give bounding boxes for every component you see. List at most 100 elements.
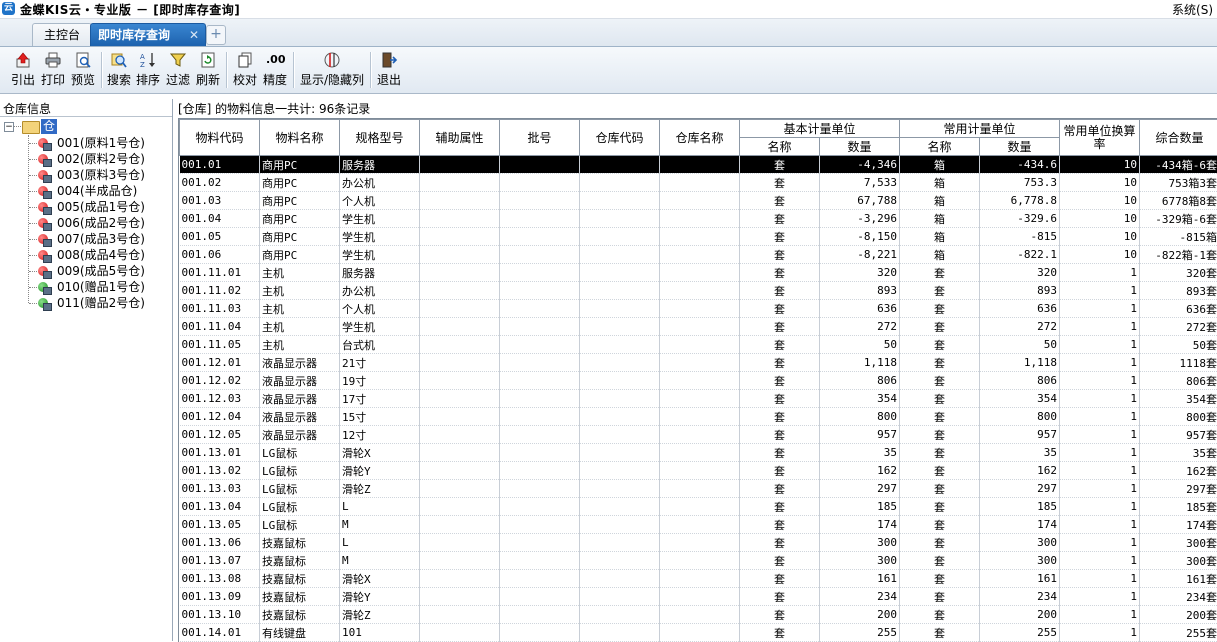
table-cell[interactable]: 001.13.01 (180, 444, 260, 462)
table-cell[interactable]: 001.13.09 (180, 588, 260, 606)
table-cell[interactable] (580, 372, 660, 390)
table-cell[interactable]: 1 (1060, 624, 1140, 642)
table-row[interactable]: 001.13.10技嘉鼠标滑轮Z套200套2001200套 (180, 606, 1217, 624)
table-row[interactable]: 001.11.05主机台式机套50套50150套 (180, 336, 1217, 354)
table-cell[interactable]: 套 (740, 246, 820, 264)
table-cell[interactable] (420, 246, 500, 264)
table-row[interactable]: 001.06商用PC学生机套-8,221箱-822.110-822箱-1套 (180, 246, 1217, 264)
table-cell[interactable] (420, 480, 500, 498)
table-cell[interactable]: 技嘉鼠标 (260, 588, 340, 606)
table-cell[interactable] (660, 588, 740, 606)
table-cell[interactable]: 个人机 (340, 300, 420, 318)
table-cell[interactable]: 6778箱8套 (1140, 192, 1217, 210)
table-cell[interactable]: 162 (980, 462, 1060, 480)
table-cell[interactable] (580, 588, 660, 606)
table-cell[interactable] (580, 192, 660, 210)
table-cell[interactable]: 001.13.06 (180, 534, 260, 552)
table-cell[interactable] (420, 408, 500, 426)
table-cell[interactable]: 354 (980, 390, 1060, 408)
table-cell[interactable]: 套 (900, 462, 980, 480)
table-cell[interactable]: 滑轮X (340, 570, 420, 588)
table-cell[interactable]: 商用PC (260, 246, 340, 264)
table-cell[interactable]: 272套 (1140, 318, 1217, 336)
table-cell[interactable]: 19寸 (340, 372, 420, 390)
table-cell[interactable]: 12寸 (340, 426, 420, 444)
table-cell[interactable] (500, 408, 580, 426)
table-cell[interactable]: 套 (740, 534, 820, 552)
table-cell[interactable]: 10 (1060, 174, 1140, 192)
table-cell[interactable]: 174 (820, 516, 900, 534)
table-cell[interactable] (420, 444, 500, 462)
table-cell[interactable] (500, 624, 580, 642)
table-cell[interactable]: 001.11.05 (180, 336, 260, 354)
table-cell[interactable] (500, 192, 580, 210)
table-cell[interactable]: 套 (740, 354, 820, 372)
table-cell[interactable]: L (340, 534, 420, 552)
table-cell[interactable]: 套 (740, 336, 820, 354)
table-cell[interactable]: 806 (980, 372, 1060, 390)
table-cell[interactable]: 50 (980, 336, 1060, 354)
col-header-rate[interactable]: 常用单位换算率 (1060, 120, 1140, 156)
table-cell[interactable] (420, 228, 500, 246)
table-cell[interactable]: 800套 (1140, 408, 1217, 426)
system-menu[interactable]: 系统(S) (1172, 1, 1213, 18)
table-cell[interactable]: 服务器 (340, 264, 420, 282)
table-cell[interactable]: 174套 (1140, 516, 1217, 534)
table-cell[interactable]: 1 (1060, 354, 1140, 372)
table-row[interactable]: 001.12.02液晶显示器19寸套806套8061806套 (180, 372, 1217, 390)
table-cell[interactable]: 800 (980, 408, 1060, 426)
table-cell[interactable]: 753箱3套 (1140, 174, 1217, 192)
table-row[interactable]: 001.11.02主机办公机套893套8931893套 (180, 282, 1217, 300)
toggle-columns-button[interactable]: 显示/隐藏列 (297, 50, 367, 90)
table-cell[interactable]: 1118套 (1140, 354, 1217, 372)
table-cell[interactable]: 297 (820, 480, 900, 498)
table-cell[interactable]: 50 (820, 336, 900, 354)
tab-inventory-query[interactable]: 即时库存查询 ✕ (90, 23, 206, 46)
table-cell[interactable]: 255套 (1140, 624, 1217, 642)
table-cell[interactable]: 学生机 (340, 228, 420, 246)
table-cell[interactable] (580, 174, 660, 192)
table-cell[interactable] (420, 588, 500, 606)
table-cell[interactable]: 主机 (260, 282, 340, 300)
table-cell[interactable] (660, 498, 740, 516)
table-cell[interactable]: LG鼠标 (260, 480, 340, 498)
table-cell[interactable]: 套 (900, 282, 980, 300)
table-cell[interactable]: 1 (1060, 336, 1140, 354)
table-cell[interactable]: 297 (980, 480, 1060, 498)
table-cell[interactable]: 1 (1060, 516, 1140, 534)
table-cell[interactable]: 001.13.05 (180, 516, 260, 534)
table-cell[interactable]: 200套 (1140, 606, 1217, 624)
table-cell[interactable]: -815 (980, 228, 1060, 246)
collapse-icon[interactable]: − (4, 122, 14, 132)
sort-button[interactable]: AZ 排序 (134, 50, 162, 90)
table-cell[interactable]: 1 (1060, 300, 1140, 318)
table-cell[interactable]: LG鼠标 (260, 444, 340, 462)
table-cell[interactable] (420, 210, 500, 228)
table-cell[interactable]: 001.13.07 (180, 552, 260, 570)
table-cell[interactable] (580, 318, 660, 336)
table-cell[interactable] (500, 246, 580, 264)
table-cell[interactable]: 商用PC (260, 228, 340, 246)
table-cell[interactable]: 21寸 (340, 354, 420, 372)
table-cell[interactable] (420, 426, 500, 444)
table-row[interactable]: 001.12.04液晶显示器15寸套800套8001800套 (180, 408, 1217, 426)
table-cell[interactable]: 001.05 (180, 228, 260, 246)
table-cell[interactable] (580, 516, 660, 534)
refresh-button[interactable]: 刷新 (194, 50, 222, 90)
table-cell[interactable]: 1 (1060, 570, 1140, 588)
add-tab-icon[interactable]: + (206, 25, 226, 45)
table-cell[interactable]: 161 (980, 570, 1060, 588)
table-cell[interactable] (580, 480, 660, 498)
table-cell[interactable] (500, 354, 580, 372)
table-cell[interactable]: 套 (740, 156, 820, 174)
table-cell[interactable]: 套 (900, 624, 980, 642)
table-row[interactable]: 001.13.07技嘉鼠标M套300套3001300套 (180, 552, 1217, 570)
table-cell[interactable] (420, 462, 500, 480)
table-cell[interactable]: 185 (980, 498, 1060, 516)
table-cell[interactable]: 806套 (1140, 372, 1217, 390)
table-cell[interactable] (660, 480, 740, 498)
table-cell[interactable] (500, 228, 580, 246)
table-cell[interactable] (660, 606, 740, 624)
table-cell[interactable] (660, 246, 740, 264)
table-cell[interactable]: 67,788 (820, 192, 900, 210)
